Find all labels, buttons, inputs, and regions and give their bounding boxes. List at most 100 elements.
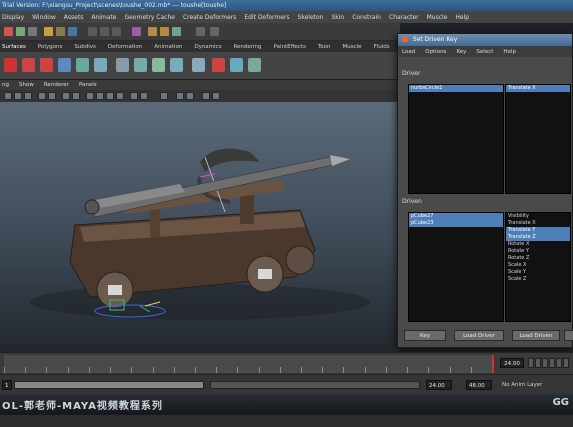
menu-constrain[interactable]: Constrain [352,14,381,21]
shelf-tab-painteffects[interactable]: PaintEffects [274,44,306,50]
snap-point-icon[interactable] [112,27,121,36]
aa-icon[interactable] [202,92,210,100]
perspective-viewport[interactable] [0,102,400,352]
input-field-icon[interactable] [196,27,205,36]
anim-layer-selector[interactable]: No Anim Layer [502,380,542,390]
range-bar[interactable]: 24 [14,381,217,389]
sdk-menu-options[interactable]: Options [425,49,446,55]
render-icon[interactable] [148,27,157,36]
sphere-icon[interactable] [58,58,71,72]
driven-object-item[interactable]: pCube27 [409,213,503,220]
revolve-icon[interactable] [152,58,165,72]
menu-geometry-cache[interactable]: Geometry Cache [124,14,174,21]
ao-icon[interactable] [186,92,194,100]
attach-icon[interactable] [212,58,225,72]
panel-menu-panels[interactable]: Panels [79,82,97,88]
smooth-shade-icon[interactable] [96,92,104,100]
open-scene-icon[interactable] [56,27,65,36]
driven-object-item[interactable]: pCube23 [409,220,503,227]
motion-blur-icon[interactable] [212,92,220,100]
anim-end-field[interactable]: 24.00 [426,380,452,390]
cube-icon[interactable] [76,58,89,72]
object-mode-icon[interactable] [28,27,37,36]
shelf-tab-subdivs[interactable]: Subdivs [74,44,96,50]
menu-animate[interactable]: Animate [91,14,116,21]
key-button[interactable]: Key [404,330,446,341]
sdk-menu-help[interactable]: Help [503,49,516,55]
menu-assets[interactable]: Assets [64,14,84,21]
menu-edit-deformers[interactable]: Edit Deformers [244,14,289,21]
step-forward-icon[interactable] [556,358,562,368]
time-slider[interactable]: 24.00 [0,352,573,374]
play-forward-icon[interactable] [549,358,555,368]
driven-attribute-item[interactable]: Rotate X [506,241,570,248]
grid-icon[interactable] [48,92,56,100]
driven-attribute-item[interactable]: Translate Y [506,227,570,234]
shelf-tab-polygons[interactable]: Polygons [38,44,62,50]
resolution-gate-icon[interactable] [72,92,80,100]
snap-grid-icon[interactable] [88,27,97,36]
driven-object-list[interactable]: pCube27 pCube23 [408,212,504,322]
menu-help[interactable]: Help [455,14,469,21]
history-icon[interactable] [132,27,141,36]
shelf-tab-rendering[interactable]: Rendering [233,44,261,50]
camera-attr-icon[interactable] [14,92,22,100]
isolate-icon[interactable] [140,92,148,100]
driven-attribute-item[interactable]: Rotate Z [506,255,570,262]
playback-end-field[interactable]: 48.00 [466,380,492,390]
bevel-icon[interactable] [192,58,205,72]
load-driver-button[interactable]: Load Driver [454,330,504,341]
menu-skin[interactable]: Skin [331,14,344,21]
planar-icon[interactable] [134,58,147,72]
textured-icon[interactable] [106,92,114,100]
shelf-tab-toon[interactable]: Toon [318,44,331,50]
panel-menu-shading[interactable]: ng [2,82,9,88]
driven-attribute-list[interactable]: Visibility Translate X Translate Y Trans… [505,212,571,322]
sidebar-toggle-icon[interactable] [210,27,219,36]
select-mode-icon[interactable] [4,27,13,36]
sdk-menu-key[interactable]: Key [456,49,466,55]
trim-icon[interactable] [248,58,261,72]
panel-menu-renderer[interactable]: Renderer [44,82,69,88]
save-scene-icon[interactable] [68,27,77,36]
play-back-icon[interactable] [542,358,548,368]
film-gate-icon[interactable] [62,92,70,100]
driver-attribute-list[interactable]: Translate X [505,84,571,194]
driven-attribute-item[interactable]: Visibility [506,213,570,220]
panel-menu-show[interactable]: Show [19,82,34,88]
ep-curve-icon[interactable] [22,58,35,72]
step-back-icon[interactable] [535,358,541,368]
shelf-tab-muscle[interactable]: Muscle [343,44,362,50]
detach-icon[interactable] [230,58,243,72]
xray-icon[interactable] [130,92,138,100]
menu-window[interactable]: Window [32,14,56,21]
go-to-end-icon[interactable] [563,358,569,368]
driver-object-list[interactable]: nurbsCircle1 [408,84,504,194]
time-slider-track[interactable] [4,355,494,373]
hierarchy-mode-icon[interactable] [16,27,25,36]
sdk-menu-select[interactable]: Select [476,49,493,55]
range-start-field[interactable]: 1 [2,380,12,390]
driven-attribute-item[interactable]: Scale Z [506,276,570,283]
sdk-menu-load[interactable]: Load [402,49,415,55]
driven-attribute-item[interactable]: Scale X [506,262,570,269]
shadows-icon[interactable] [176,92,184,100]
shelf-tab-deformation[interactable]: Deformation [108,44,142,50]
render-settings-icon[interactable] [172,27,181,36]
close-button[interactable] [564,330,573,341]
current-frame-field[interactable]: 24.00 [500,358,524,368]
menu-create-deformers[interactable]: Create Deformers [183,14,236,21]
lights-icon[interactable] [116,92,124,100]
command-line[interactable] [0,414,573,427]
menu-display[interactable]: Display [2,14,24,21]
driver-object-item[interactable]: nurbsCircle1 [409,85,503,92]
shelf-tab-fluids[interactable]: Fluids [374,44,390,50]
loft-icon[interactable] [116,58,129,72]
current-time-marker[interactable] [492,355,494,373]
bookmark-icon[interactable] [24,92,32,100]
driven-attribute-item[interactable]: Translate Z [506,234,570,241]
extrude-icon[interactable] [170,58,183,72]
image-plane-icon[interactable] [38,92,46,100]
high-quality-icon[interactable] [160,92,168,100]
menu-character[interactable]: Character [389,14,419,21]
